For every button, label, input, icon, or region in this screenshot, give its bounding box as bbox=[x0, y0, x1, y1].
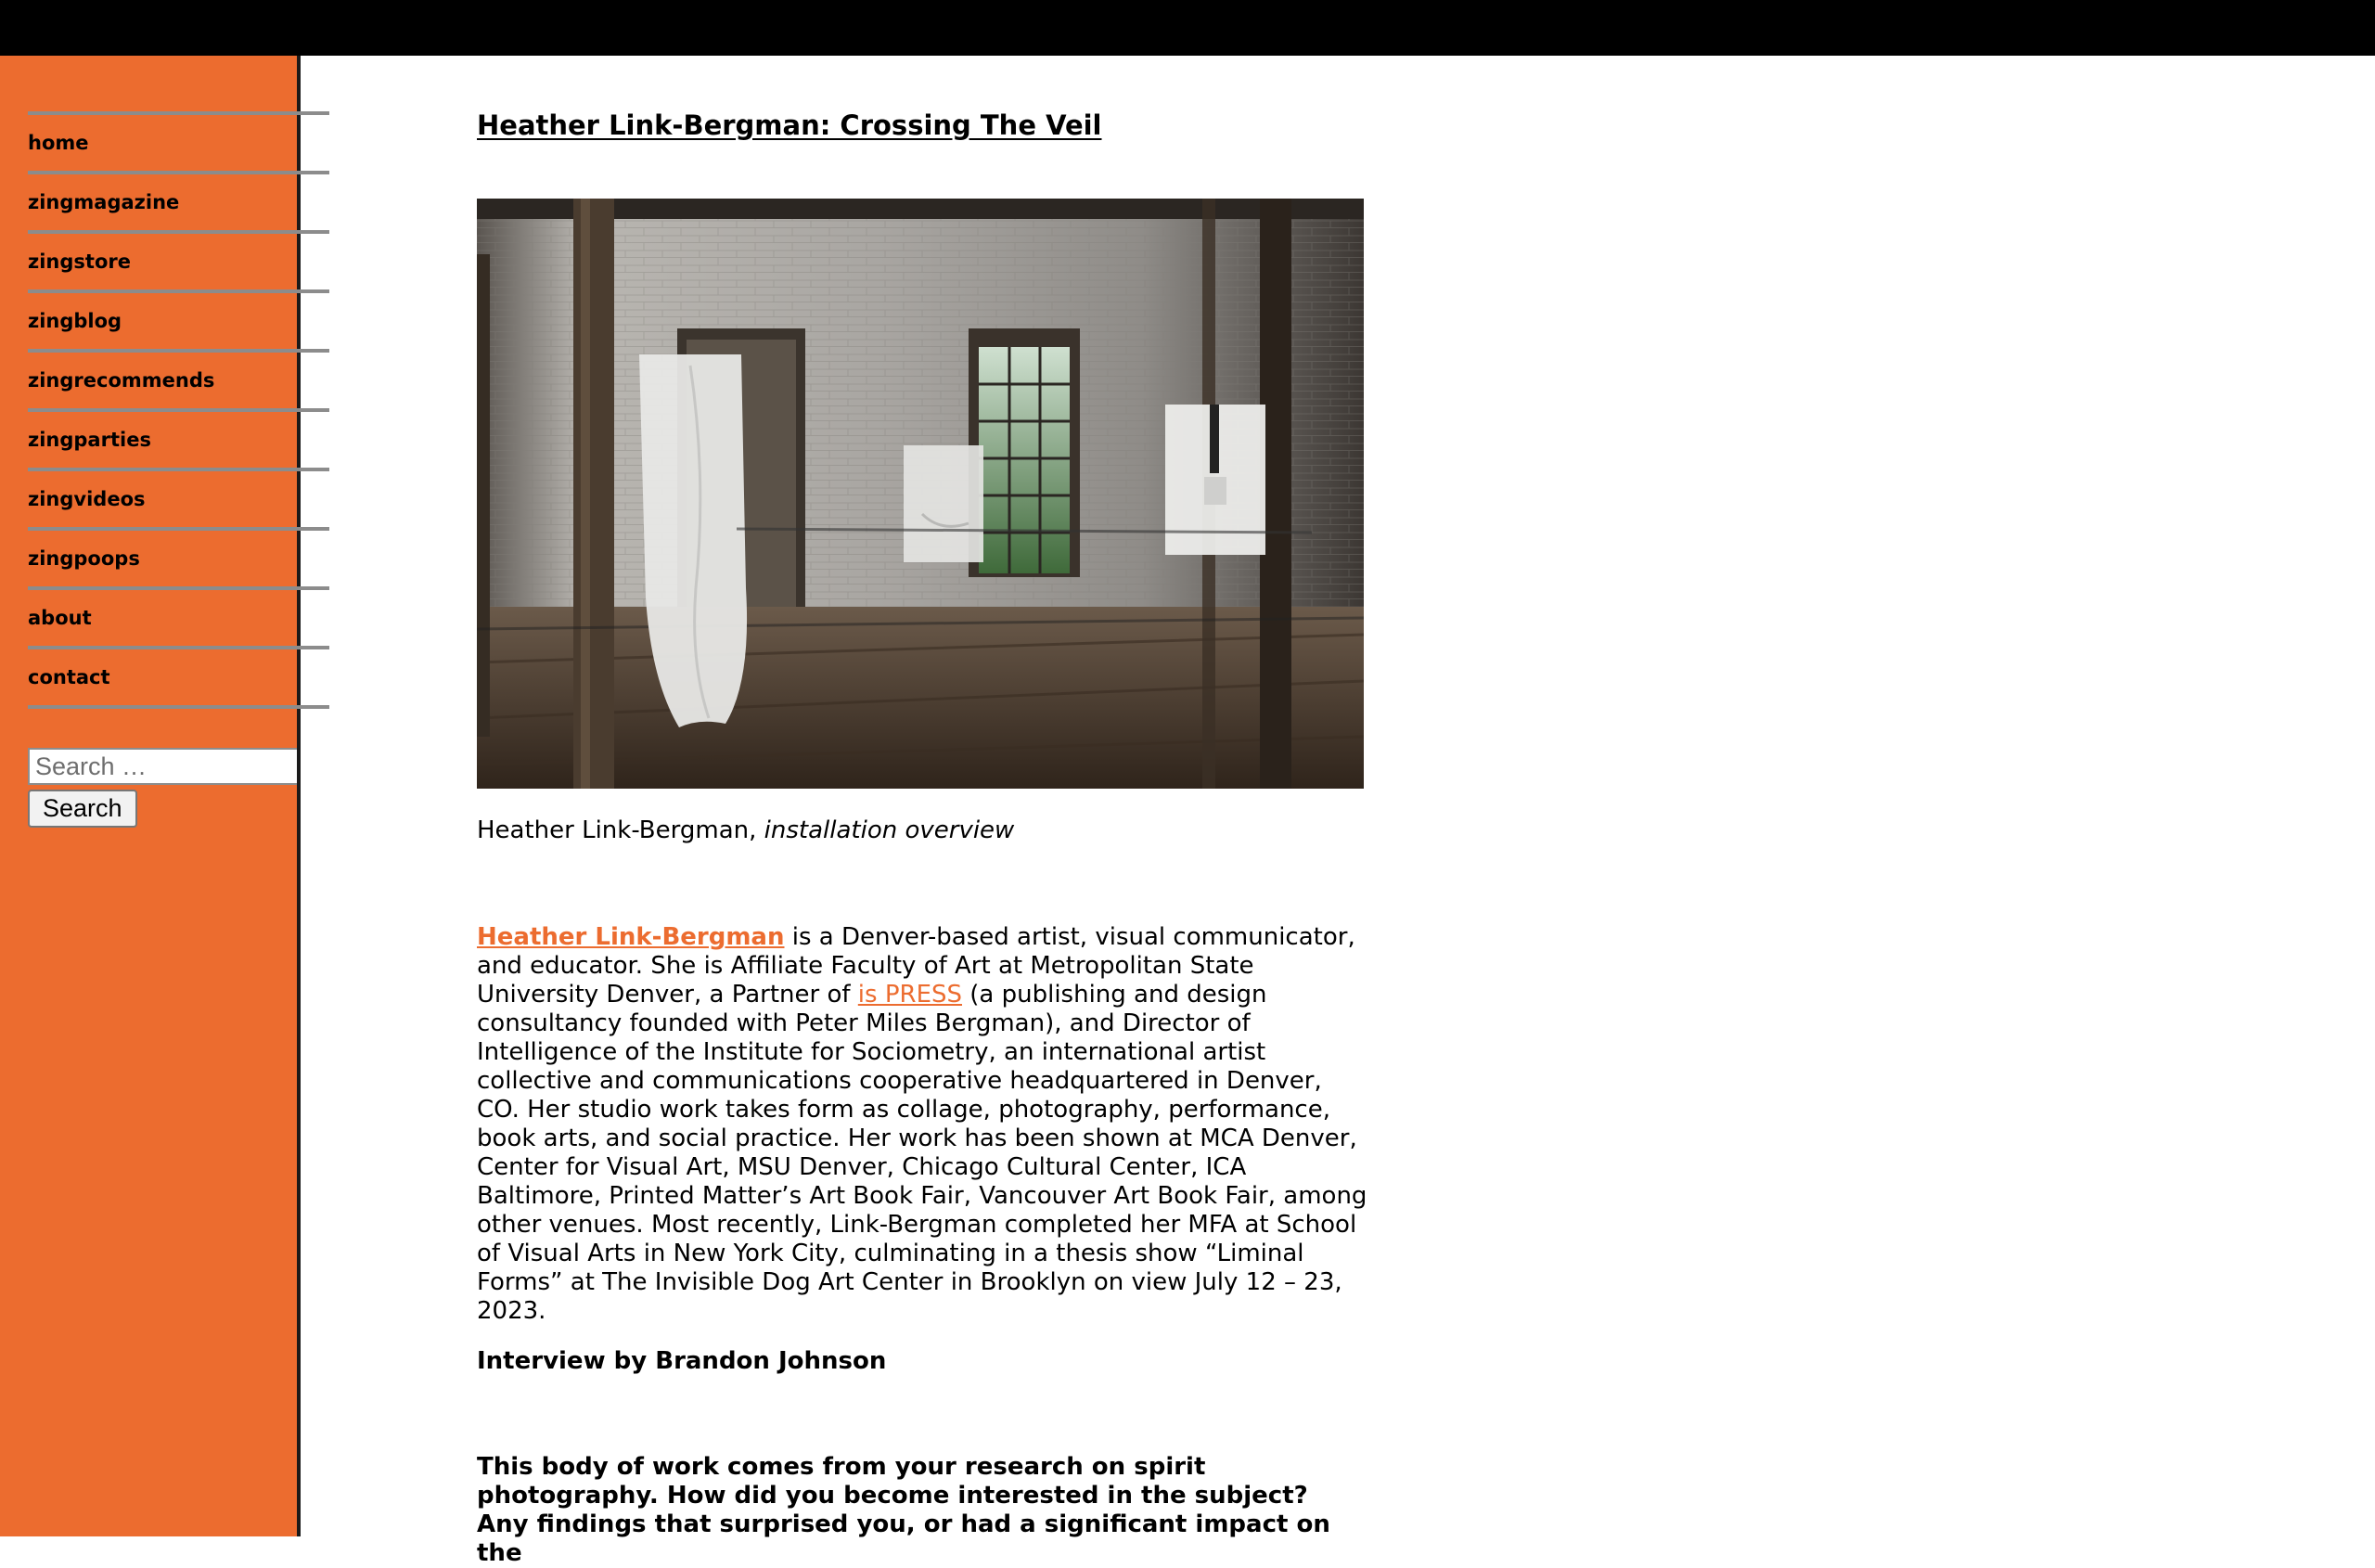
installation-photo bbox=[477, 199, 1364, 789]
sidebar-item-zingpoops[interactable]: zingpoops bbox=[28, 527, 329, 586]
interview-question: This body of work comes from your resear… bbox=[477, 1453, 1330, 1567]
sidebar-link-zingrecommends[interactable]: zingrecommends bbox=[28, 369, 214, 392]
sidebar-link-contact[interactable]: contact bbox=[28, 666, 110, 688]
sidebar-item-zingrecommends[interactable]: zingrecommends bbox=[28, 349, 329, 408]
bio-text-2: (a publishing and design consultancy fou… bbox=[477, 981, 1367, 1325]
sidebar-link-zingpoops[interactable]: zingpoops bbox=[28, 547, 140, 570]
image-caption: Heather Link-Bergman, installation overv… bbox=[477, 816, 1014, 844]
caption-artist: Heather Link-Bergman, bbox=[477, 816, 764, 844]
sidebar-link-zingblog[interactable]: zingblog bbox=[28, 310, 122, 332]
search-input[interactable] bbox=[28, 748, 297, 785]
sidebar-link-zingmagazine[interactable]: zingmagazine bbox=[28, 191, 179, 213]
page-title: Heather Link-Bergman: Crossing The Veil bbox=[477, 109, 1102, 141]
sidebar-item-zingblog[interactable]: zingblog bbox=[28, 289, 329, 349]
sidebar-link-zingstore[interactable]: zingstore bbox=[28, 251, 131, 273]
sidebar-item-contact[interactable]: contact bbox=[28, 646, 329, 705]
sidebar-item-zingvideos[interactable]: zingvideos bbox=[28, 468, 329, 527]
search-button[interactable]: Search bbox=[28, 790, 137, 828]
sidebar-item-about[interactable]: about bbox=[28, 586, 329, 646]
search-form: Search bbox=[28, 748, 297, 828]
sidebar-menu-divider bbox=[28, 705, 329, 709]
is-press-link[interactable]: is PRESS bbox=[858, 981, 962, 1009]
sidebar-item-zingmagazine[interactable]: zingmagazine bbox=[28, 171, 329, 230]
sidebar-item-zingstore[interactable]: zingstore bbox=[28, 230, 329, 289]
caption-description: installation overview bbox=[764, 816, 1015, 844]
top-bar bbox=[0, 0, 2375, 56]
sidebar-item-home[interactable]: home bbox=[28, 111, 329, 171]
sidebar-link-zingvideos[interactable]: zingvideos bbox=[28, 488, 146, 510]
interview-byline: Interview by Brandon Johnson bbox=[477, 1347, 887, 1375]
sidebar-link-about[interactable]: about bbox=[28, 607, 92, 629]
sidebar-link-home[interactable]: home bbox=[28, 132, 89, 154]
post-title-link[interactable]: Heather Link-Bergman: Crossing The Veil bbox=[477, 109, 1102, 141]
artist-link[interactable]: Heather Link-Bergman bbox=[477, 923, 785, 951]
artist-bio: Heather Link-Bergman is a Denver-based a… bbox=[477, 923, 1367, 1326]
sidebar-item-zingparties[interactable]: zingparties bbox=[28, 408, 329, 468]
sidebar: home zingmagazine zingstore zingblog zin… bbox=[0, 56, 329, 1536]
sidebar-link-zingparties[interactable]: zingparties bbox=[28, 429, 151, 451]
sidebar-menu: home zingmagazine zingstore zingblog zin… bbox=[28, 111, 329, 709]
